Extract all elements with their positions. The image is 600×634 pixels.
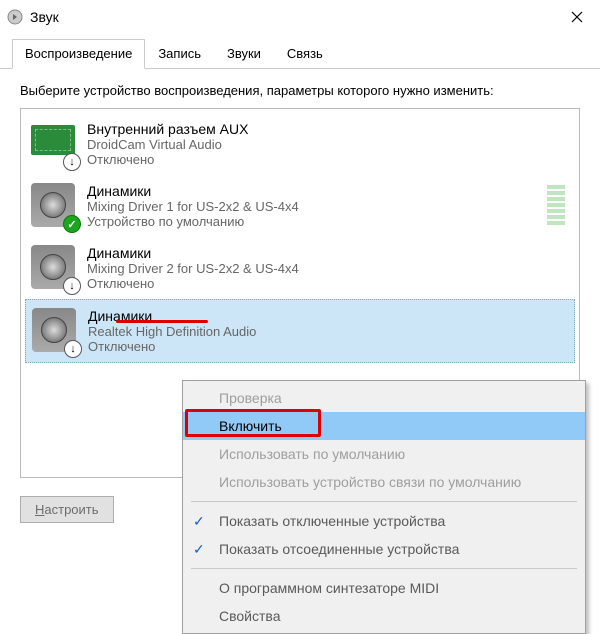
aux-jack-icon: ↓ [31,121,77,167]
level-meter-icon [547,185,565,225]
device-name: Динамики [87,245,299,261]
checkmark-icon: ✓ [193,541,205,558]
device-row[interactable]: ✓ Динамики Mixing Driver 1 for US-2x2 & … [25,175,575,237]
device-row[interactable]: ↓ Внутренний разъем AUX DroidCam Virtual… [25,113,575,175]
context-menu: Проверка Включить Использовать по умолча… [182,380,586,634]
menu-item-test[interactable]: Проверка [183,384,585,412]
close-button[interactable] [554,0,600,34]
device-row[interactable]: ↓ Динамики Mixing Driver 2 for US-2x2 & … [25,237,575,299]
device-desc: DroidCam Virtual Audio [87,137,248,152]
device-name: Внутренний разъем AUX [87,121,248,137]
menu-item-set-default-comm[interactable]: Использовать устройство связи по умолчан… [183,468,585,496]
titlebar: Звук [0,0,600,34]
menu-item-enable[interactable]: Включить [183,412,585,440]
instruction-text: Выберите устройство воспроизведения, пар… [20,83,580,98]
tab-playback[interactable]: Воспроизведение [12,39,145,69]
menu-separator [191,501,577,502]
checkmark-icon: ✓ [193,513,205,530]
disabled-badge-icon: ↓ [63,277,81,295]
menu-item-label: Показать отключенные устройства [219,513,445,529]
speaker-icon: ↓ [31,245,77,291]
tab-communications[interactable]: Связь [274,39,336,69]
configure-button[interactable]: Настроить [20,496,114,523]
device-status: Отключено [87,276,299,291]
device-desc: Mixing Driver 2 for US-2x2 & US-4x4 [87,261,299,276]
window-title: Звук [30,9,554,25]
menu-item-set-default[interactable]: Использовать по умолчанию [183,440,585,468]
menu-item-show-disabled[interactable]: ✓ Показать отключенные устройства [183,507,585,535]
disabled-badge-icon: ↓ [64,340,82,358]
device-status: Отключено [88,339,256,354]
device-desc: Realtek High Definition Audio [88,324,256,339]
tab-sounds[interactable]: Звуки [214,39,274,69]
device-name: Динамики [87,183,299,199]
device-desc: Mixing Driver 1 for US-2x2 & US-4x4 [87,199,299,214]
menu-item-label: Показать отсоединенные устройства [219,541,459,557]
speaker-icon: ↓ [32,308,78,354]
default-badge-icon: ✓ [63,215,81,233]
device-status: Отключено [87,152,248,167]
device-row[interactable]: ↓ Динамики Realtek High Definition Audio… [25,299,575,363]
menu-item-show-disconnected[interactable]: ✓ Показать отсоединенные устройства [183,535,585,563]
annotation-underline [116,320,206,323]
menu-separator [191,568,577,569]
device-status: Устройство по умолчанию [87,214,299,229]
menu-item-about-midi[interactable]: О программном синтезаторе MIDI [183,574,585,602]
sound-app-icon [6,8,24,26]
tab-recording[interactable]: Запись [145,39,214,69]
tabs: Воспроизведение Запись Звуки Связь [0,34,600,69]
menu-item-properties[interactable]: Свойства [183,602,585,630]
disabled-badge-icon: ↓ [63,153,81,171]
speaker-icon: ✓ [31,183,77,229]
